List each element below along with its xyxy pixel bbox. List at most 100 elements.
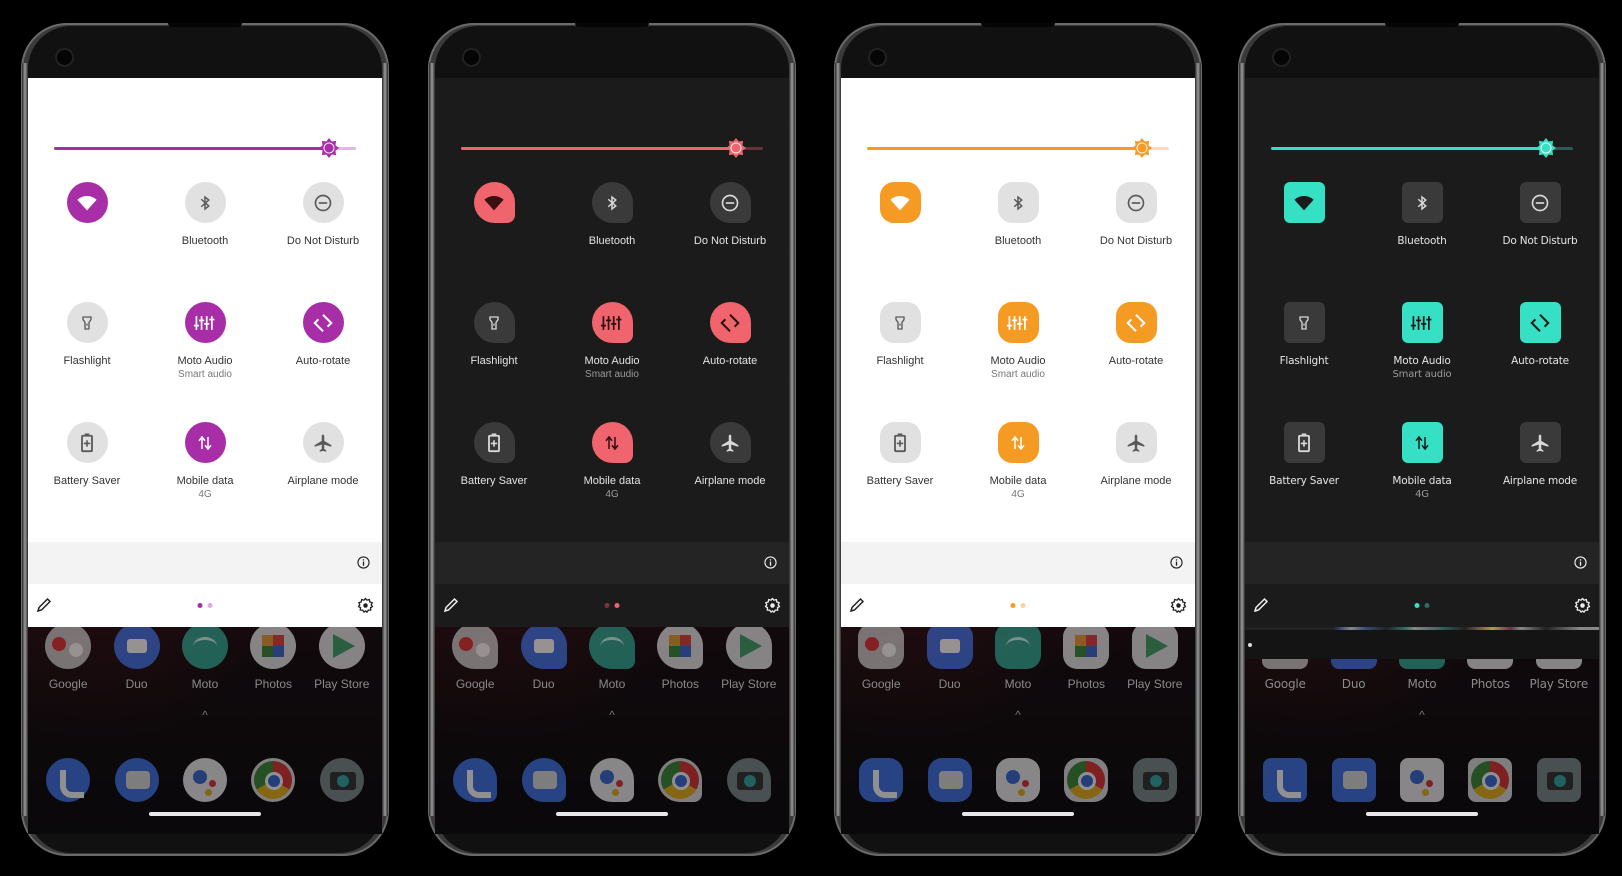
dock-chrome[interactable] — [239, 758, 307, 802]
flashlight-icon[interactable] — [473, 302, 515, 343]
quick-tile-wifi[interactable] — [1245, 182, 1363, 302]
edit-pencil-icon[interactable] — [443, 597, 459, 613]
app-drawer-chevron-icon[interactable]: ^ — [1419, 708, 1425, 722]
bluetooth-icon[interactable] — [184, 182, 226, 223]
info-icon[interactable] — [1574, 556, 1587, 569]
auto-rotate-icon[interactable] — [1519, 302, 1561, 343]
airplane-icon[interactable] — [1519, 422, 1561, 463]
gear-icon[interactable] — [1170, 597, 1187, 614]
quick-tile-battery[interactable]: Battery Saver — [1245, 422, 1363, 542]
quick-tile-bluetooth[interactable]: Bluetooth — [146, 182, 264, 302]
airplane-icon[interactable] — [709, 422, 751, 463]
info-icon[interactable] — [1170, 556, 1183, 569]
gesture-home-bar[interactable] — [556, 812, 668, 816]
bluetooth-icon[interactable] — [997, 182, 1039, 223]
do-not-disturb-icon[interactable] — [1519, 182, 1561, 223]
equalizer-icon[interactable] — [1401, 302, 1443, 343]
dock-messages[interactable] — [103, 758, 171, 802]
auto-rotate-icon[interactable] — [302, 302, 344, 343]
do-not-disturb-icon[interactable] — [1115, 182, 1157, 223]
gear-icon[interactable] — [1574, 597, 1591, 614]
app-duo[interactable]: Duo — [103, 623, 171, 691]
gesture-home-bar[interactable] — [962, 812, 1074, 816]
app-photos[interactable]: Photos — [239, 623, 307, 691]
quick-tile-data[interactable]: Mobile data 4G — [553, 422, 671, 542]
app-photos[interactable]: Photos — [646, 623, 714, 691]
app-moto[interactable]: Moto — [171, 623, 239, 691]
quick-tile-dnd[interactable]: Do Not Disturb — [1481, 182, 1599, 302]
quick-tile-dnd[interactable]: Do Not Disturb — [1077, 182, 1195, 302]
auto-rotate-icon[interactable] — [709, 302, 751, 343]
dock-assistant[interactable] — [1388, 758, 1456, 802]
mobile-data-icon[interactable] — [997, 422, 1039, 463]
page-dot[interactable] — [1020, 603, 1026, 608]
quick-tile-bluetooth[interactable]: Bluetooth — [553, 182, 671, 302]
quick-tile-wifi[interactable] — [435, 182, 553, 302]
app-folder[interactable]: Google — [34, 623, 102, 691]
app-drawer-chevron-icon[interactable]: ^ — [609, 708, 615, 722]
info-icon[interactable] — [357, 556, 370, 569]
page-dot[interactable] — [197, 603, 203, 608]
app-moto[interactable]: Moto — [984, 623, 1052, 691]
brightness-sun-icon[interactable] — [725, 138, 746, 158]
wifi-icon[interactable] — [879, 182, 921, 223]
brightness-slider[interactable] — [54, 138, 356, 158]
quick-tile-flashlight[interactable]: Flashlight — [435, 302, 553, 422]
page-dot[interactable] — [207, 603, 213, 608]
dock-messages[interactable] — [1320, 758, 1388, 802]
dock-camera[interactable] — [1525, 758, 1593, 802]
quick-tile-wifi[interactable] — [28, 182, 146, 302]
page-dot[interactable] — [1010, 603, 1016, 608]
dock-camera[interactable] — [1121, 758, 1189, 802]
dock-assistant[interactable] — [171, 758, 239, 802]
app-playstore[interactable]: Play Store — [715, 623, 783, 691]
gesture-home-bar[interactable] — [1366, 812, 1478, 816]
brightness-slider[interactable] — [867, 138, 1169, 158]
quick-tile-equalizer[interactable]: Moto Audio Smart audio — [553, 302, 671, 422]
quick-tile-airplane[interactable]: Airplane mode — [671, 422, 789, 542]
bluetooth-icon[interactable] — [1401, 182, 1443, 223]
flashlight-icon[interactable] — [66, 302, 108, 343]
quick-tile-dnd[interactable]: Do Not Disturb — [264, 182, 382, 302]
quick-tile-flashlight[interactable]: Flashlight — [841, 302, 959, 422]
page-dot[interactable] — [604, 603, 610, 608]
quick-tile-battery[interactable]: Battery Saver — [841, 422, 959, 542]
info-icon[interactable] — [764, 556, 777, 569]
quick-tile-bluetooth[interactable]: Bluetooth — [1363, 182, 1481, 302]
equalizer-icon[interactable] — [591, 302, 633, 343]
do-not-disturb-icon[interactable] — [709, 182, 751, 223]
quick-tile-data[interactable]: Mobile data 4G — [959, 422, 1077, 542]
quick-tile-airplane[interactable]: Airplane mode — [1077, 422, 1195, 542]
quick-tile-airplane[interactable]: Airplane mode — [1481, 422, 1599, 542]
dock-camera[interactable] — [308, 758, 376, 802]
app-duo[interactable]: Duo — [510, 623, 578, 691]
flashlight-icon[interactable] — [1283, 302, 1325, 343]
quick-tile-data[interactable]: Mobile data 4G — [1363, 422, 1481, 542]
dock-phone[interactable] — [847, 758, 915, 802]
app-playstore[interactable]: Play Store — [1121, 623, 1189, 691]
dock-phone[interactable] — [441, 758, 509, 802]
dock-messages[interactable] — [916, 758, 984, 802]
quick-tile-battery[interactable]: Battery Saver — [435, 422, 553, 542]
app-duo[interactable]: Duo — [916, 623, 984, 691]
airplane-icon[interactable] — [302, 422, 344, 463]
equalizer-icon[interactable] — [184, 302, 226, 343]
flashlight-icon[interactable] — [879, 302, 921, 343]
quick-tile-rotate[interactable]: Auto-rotate — [671, 302, 789, 422]
mobile-data-icon[interactable] — [184, 422, 226, 463]
quick-tile-flashlight[interactable]: Flashlight — [1245, 302, 1363, 422]
quick-tile-battery[interactable]: Battery Saver — [28, 422, 146, 542]
do-not-disturb-icon[interactable] — [302, 182, 344, 223]
app-drawer-chevron-icon[interactable]: ^ — [1015, 708, 1021, 722]
dock-chrome[interactable] — [1456, 758, 1524, 802]
quick-tile-wifi[interactable] — [841, 182, 959, 302]
edit-pencil-icon[interactable] — [849, 597, 865, 613]
brightness-slider[interactable] — [461, 138, 763, 158]
mobile-data-icon[interactable] — [591, 422, 633, 463]
app-folder[interactable]: Google — [847, 623, 915, 691]
dock-assistant[interactable] — [984, 758, 1052, 802]
brightness-sun-icon[interactable] — [1535, 138, 1556, 158]
wifi-icon[interactable] — [473, 182, 515, 223]
quick-tile-bluetooth[interactable]: Bluetooth — [959, 182, 1077, 302]
quick-tile-equalizer[interactable]: Moto Audio Smart audio — [1363, 302, 1481, 422]
